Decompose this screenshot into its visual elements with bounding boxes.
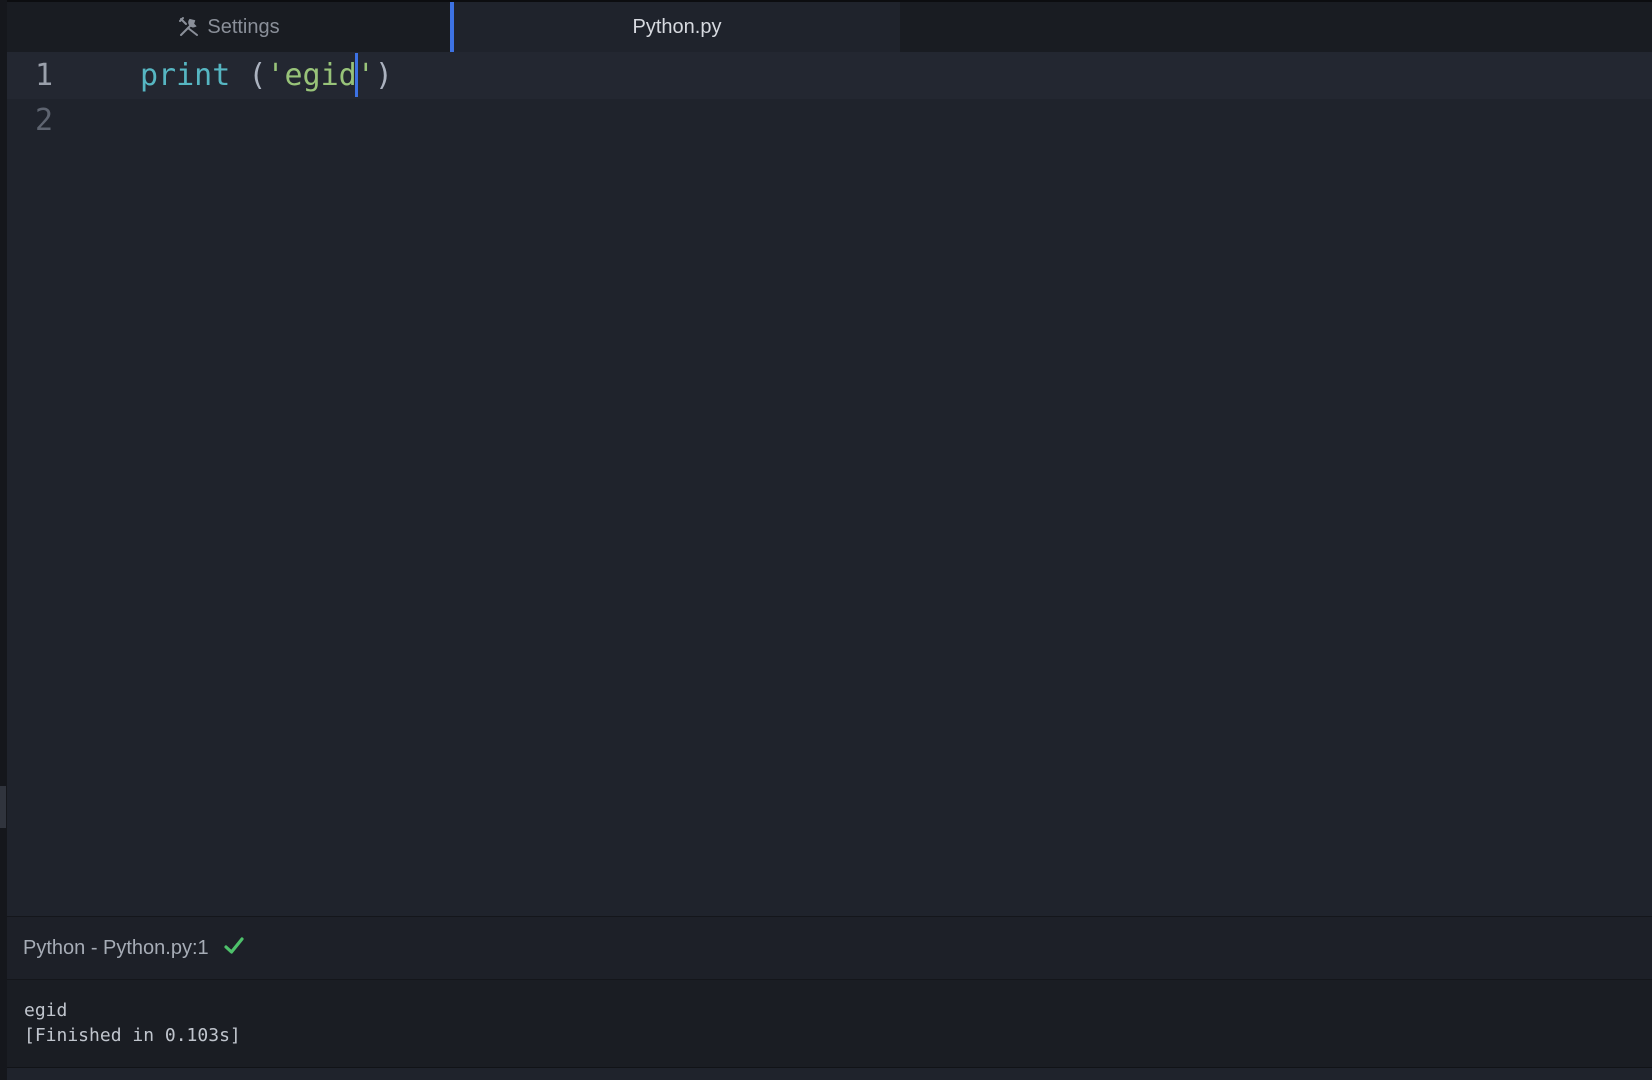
- tab-python-py[interactable]: Python.py: [450, 2, 900, 52]
- tab-label: Settings: [207, 15, 280, 38]
- tab-bar: Settings Python.py: [7, 0, 1652, 52]
- token-close-paren: ): [374, 58, 393, 93]
- line-number: 1: [35, 58, 54, 93]
- build-output: egid [Finished in 0.103s]: [7, 980, 1652, 1067]
- token-string-quote: ': [356, 58, 375, 93]
- output-line: [Finished in 0.103s]: [24, 1025, 241, 1046]
- code-line[interactable]: 1 print ('egid'): [7, 52, 1652, 99]
- token-open-paren: (: [248, 58, 267, 93]
- build-title: Python - Python.py:1: [23, 936, 209, 959]
- text-cursor: [354, 52, 358, 97]
- code-text[interactable]: print ('egid'): [140, 52, 393, 99]
- status-strip: [7, 1067, 1652, 1080]
- tab-label: Python.py: [632, 15, 722, 38]
- check-icon: [223, 935, 245, 957]
- token-string: 'egid: [266, 58, 357, 93]
- line-number: 2: [35, 103, 54, 138]
- tools-icon: [177, 15, 201, 39]
- build-output-header: Python - Python.py:1: [7, 916, 1652, 980]
- output-line: egid: [24, 1000, 68, 1021]
- tab-settings[interactable]: Settings: [7, 2, 450, 52]
- left-edge: [0, 0, 7, 1080]
- code-line[interactable]: 2: [7, 97, 1652, 144]
- token-function: print: [140, 58, 231, 93]
- resize-handle[interactable]: [0, 786, 6, 828]
- editor-window: Settings Python.py 1 print ('egid') 2 Py…: [0, 0, 1652, 1080]
- code-editor[interactable]: 1 print ('egid') 2: [7, 52, 1652, 916]
